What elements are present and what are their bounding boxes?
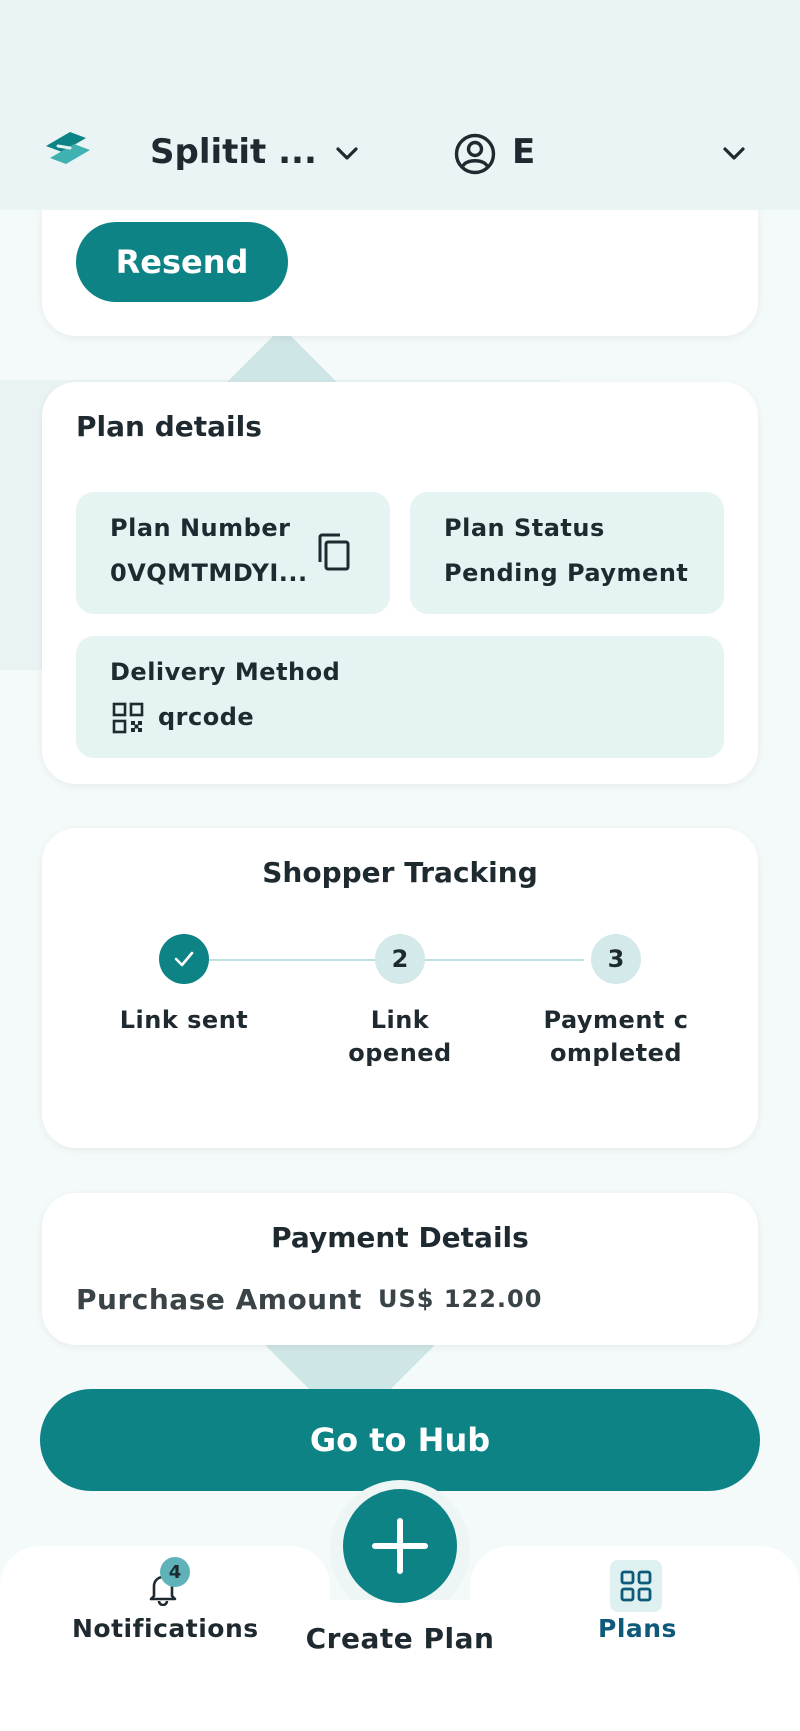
qr-code-icon (112, 702, 144, 734)
nav-create-plan-label[interactable]: Create Plan (0, 1622, 800, 1655)
go-to-hub-button[interactable]: Go to Hub (40, 1389, 760, 1491)
step-1-circle (159, 934, 209, 984)
resend-button[interactable]: Resend (76, 222, 288, 302)
payment-details-card: Payment Details Purchase Amount US$ 122.… (42, 1193, 758, 1345)
purchase-amount-label: Purchase Amount (76, 1283, 362, 1316)
plan-number-label: Plan Number (110, 514, 291, 542)
delivery-method-value: qrcode (158, 703, 255, 731)
nav-plans-label[interactable]: Plans (598, 1614, 677, 1643)
shopper-tracking-title: Shopper Tracking (262, 856, 538, 889)
grid-icon (620, 1570, 652, 1602)
step-2-label: Link opened (348, 1006, 452, 1067)
plan-status-label: Plan Status (444, 514, 605, 542)
plan-details-title: Plan details (76, 410, 262, 443)
step-3-label: Payment completed (543, 1006, 689, 1067)
plan-status-tile: Plan Status Pending Payment (410, 492, 724, 614)
shopper-tracking-card: Shopper Tracking 2 3 Link sent Link open… (42, 828, 758, 1148)
step-2-circle: 2 (375, 934, 425, 984)
plus-icon (372, 1518, 428, 1574)
plan-number-value: 0VQMTMDYI... (110, 559, 308, 587)
chevron-down-icon[interactable] (333, 140, 361, 168)
plans-icon-wrapper[interactable] (610, 1560, 662, 1612)
plan-details-card: Plan details Plan Number 0VQMTMDYI... Pl… (42, 382, 758, 784)
merchant-selector-label[interactable]: Splitit ... (150, 132, 317, 172)
delivery-method-label: Delivery Method (110, 658, 341, 686)
plan-status-value: Pending Payment (444, 559, 689, 587)
purchase-amount-value: US$ 122.00 (378, 1285, 543, 1313)
plan-number-tile: Plan Number 0VQMTMDYI... (76, 492, 390, 614)
chevron-down-icon[interactable] (720, 140, 748, 168)
bottom-nav-center (328, 1600, 472, 1731)
notifications-badge: 4 (160, 1557, 190, 1587)
payment-details-title: Payment Details (271, 1221, 529, 1254)
delivery-method-tile: Delivery Method qrcode (76, 636, 724, 758)
check-icon (174, 951, 194, 967)
step-3-circle: 3 (591, 934, 641, 984)
top-bar: Splitit ... E (0, 0, 800, 210)
copy-icon[interactable] (316, 532, 352, 572)
user-initial[interactable]: E (512, 132, 535, 172)
splitit-logo-icon (46, 132, 90, 164)
step-1-label: Link sent (119, 1006, 249, 1034)
create-plan-button[interactable] (343, 1489, 457, 1603)
user-account-icon[interactable] (454, 133, 496, 175)
